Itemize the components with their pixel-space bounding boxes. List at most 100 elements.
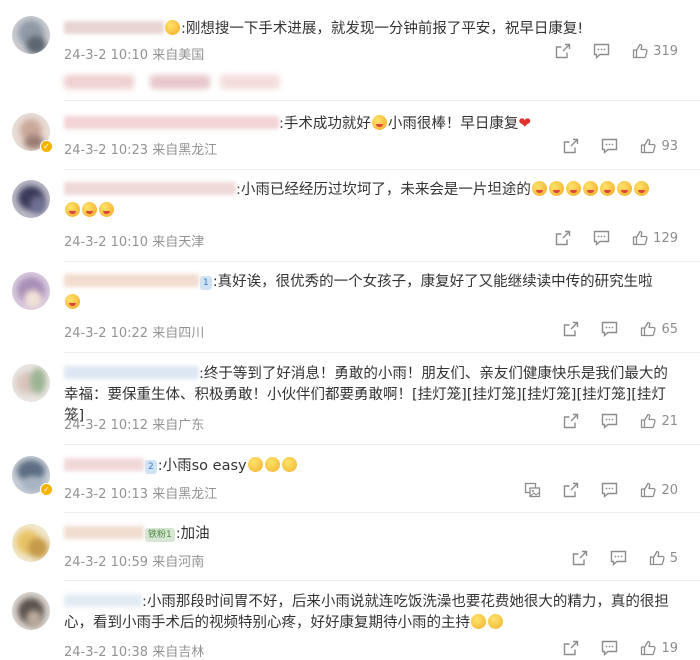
comment-actions: 21 [541, 413, 678, 429]
comment-text: :小雨那段时间胃不好，后来小雨说就连吃饭洗澡也要花费她很大的精力，真的很担心，看… [64, 592, 678, 634]
forward-button[interactable] [555, 230, 571, 246]
like-button[interactable]: 129 [632, 230, 678, 246]
emoji [99, 202, 114, 217]
username[interactable] [64, 21, 164, 34]
comment-meta: 24-3-2 10:59 来自河南 [64, 551, 204, 570]
comment-button[interactable] [601, 482, 618, 498]
like-button[interactable]: 21 [640, 413, 678, 429]
like-count: 21 [661, 413, 678, 429]
comment-button[interactable] [601, 321, 618, 337]
thumbs-up-icon [641, 413, 657, 429]
divider [64, 352, 700, 353]
like-button[interactable]: 5 [649, 550, 678, 566]
verified-badge: ✓ [40, 483, 53, 496]
emoji [65, 202, 80, 217]
like-button[interactable]: 93 [640, 138, 678, 154]
emoji [471, 614, 486, 629]
comment-meta: 24-3-2 10:12 来自广东 [64, 414, 204, 433]
comment-body-continued: 心，看到小雨手术后的视频特别心疼，好好康复期待小雨的主持 [64, 615, 470, 631]
like-count: 65 [661, 321, 678, 337]
avatar[interactable] [12, 524, 50, 562]
divider [64, 580, 700, 581]
thumbs-up-icon [641, 138, 657, 154]
comment-button[interactable] [593, 230, 610, 246]
thumbs-up-icon [633, 230, 648, 246]
avatar[interactable] [12, 180, 50, 218]
username[interactable] [64, 458, 144, 471]
comment-icon [610, 550, 626, 566]
emoji [65, 294, 80, 309]
timestamp: 24-3-2 10:13 [64, 487, 149, 502]
image-button[interactable] [524, 482, 541, 498]
comment-icon [593, 43, 610, 59]
forward-icon [564, 321, 579, 337]
username[interactable] [64, 526, 144, 539]
emoji [633, 181, 649, 196]
comment-button[interactable] [601, 640, 618, 656]
timestamp: 24-3-2 10:10 [64, 235, 149, 250]
comment-button[interactable] [601, 413, 618, 429]
emoji [488, 614, 503, 629]
like-button[interactable]: 19 [640, 640, 678, 656]
forward-button[interactable] [572, 550, 588, 566]
thumbs-up-icon [641, 321, 657, 337]
username[interactable] [64, 594, 142, 607]
timestamp: 24-3-2 10:38 [64, 645, 149, 660]
verified-badge: ✓ [40, 140, 53, 153]
comment-actions: 5 [550, 550, 678, 566]
comment-icon [602, 640, 618, 656]
avatar[interactable] [12, 272, 50, 310]
forward-button[interactable] [563, 640, 579, 656]
emoji [281, 457, 297, 472]
comment-button[interactable] [601, 138, 618, 154]
forward-button[interactable] [563, 321, 579, 337]
like-count: 93 [661, 138, 678, 154]
fan-badge: 铁粉1 [145, 528, 175, 542]
comment-meta: 24-3-2 10:23 来自黑龙江 [64, 139, 217, 158]
forward-button[interactable] [563, 482, 579, 498]
avatar[interactable] [12, 16, 50, 54]
comment-meta: 24-3-2 10:13 来自黑龙江 [64, 483, 217, 502]
thumbs-up-icon [641, 482, 657, 498]
username[interactable] [64, 182, 236, 195]
emoji [616, 181, 632, 196]
comment-body: :真好诶，很优秀的一个女孩子，康复好了又能继续读中传的研究生啦 [212, 274, 653, 290]
heart-icon: ❤ [518, 114, 531, 132]
username[interactable] [64, 366, 199, 379]
forward-button[interactable] [563, 138, 579, 154]
comment-button[interactable] [610, 550, 627, 566]
location: 来自四川 [152, 326, 205, 341]
location: 来自天津 [152, 235, 205, 250]
emoji [599, 181, 615, 196]
like-button[interactable]: 319 [632, 43, 678, 59]
timestamp: 24-3-2 10:12 [64, 418, 149, 433]
like-button[interactable]: 20 [640, 482, 678, 498]
comment-actions: 19 [541, 640, 678, 656]
comment-icon [602, 138, 618, 154]
comment-icon [593, 230, 610, 246]
fan-badge: 2 [145, 460, 157, 474]
username[interactable] [64, 116, 279, 129]
comment-button[interactable] [593, 43, 610, 59]
location: 来自黑龙江 [152, 487, 218, 502]
comment-body: :小雨那段时间胃不好，后来小雨说就连吃饭洗澡也要花费她很大的精力，真的很担 [142, 594, 669, 610]
location: 来自广东 [152, 418, 205, 433]
comment-actions: 20 [502, 482, 678, 498]
avatar[interactable] [12, 364, 50, 402]
divider [64, 169, 700, 170]
divider [64, 512, 700, 513]
location: 来自黑龙江 [152, 143, 218, 158]
username[interactable] [64, 274, 199, 287]
forward-button[interactable] [563, 413, 579, 429]
forward-icon [572, 550, 587, 566]
comment-text: :小雨已经经历过坎坷了，未来会是一片坦途的 [64, 180, 678, 222]
emoji [264, 457, 280, 472]
forward-button[interactable] [555, 43, 571, 59]
comment-meta: 24-3-2 10:10 来自美国 [64, 44, 204, 63]
blurred-content [220, 75, 280, 89]
avatar[interactable] [12, 592, 50, 630]
comment-body: :小雨so easy [157, 458, 247, 474]
fan-badge: 1 [200, 276, 212, 290]
forward-icon [555, 43, 571, 59]
like-button[interactable]: 65 [640, 321, 678, 337]
